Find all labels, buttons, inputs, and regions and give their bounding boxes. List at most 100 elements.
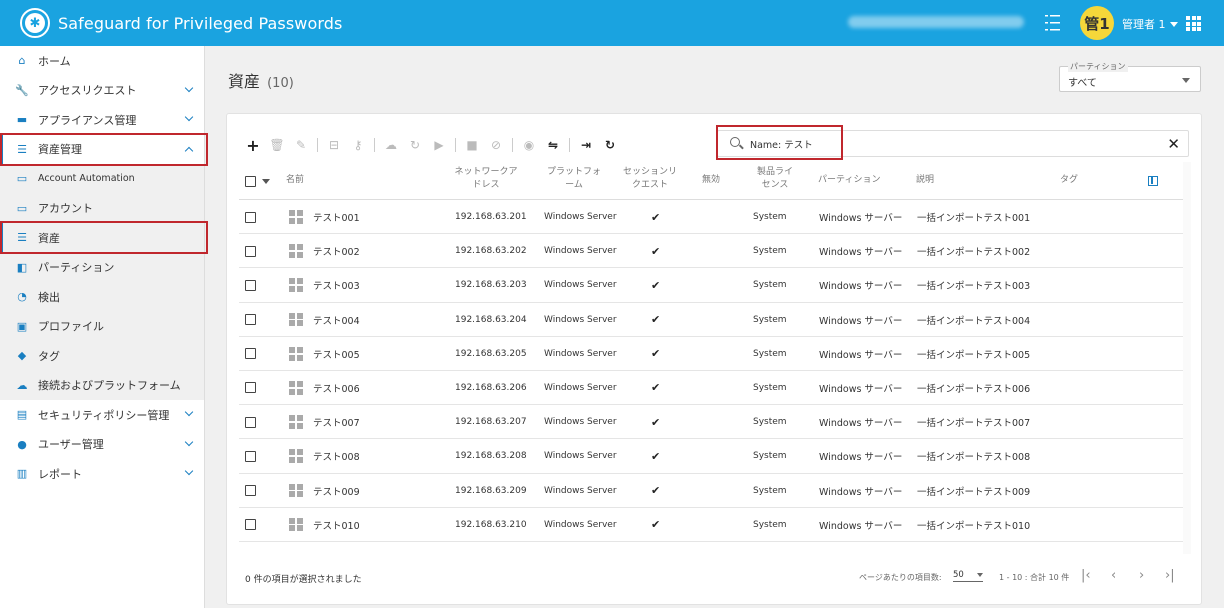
app-grid-icon[interactable] [1186, 16, 1201, 31]
sidebar-item-user-management[interactable]: ● ユーザー管理 [0, 430, 204, 460]
sidebar-item-security-policy[interactable]: ▤ セキュリティポリシー管理 [0, 400, 204, 430]
task-list-icon[interactable] [1044, 13, 1062, 33]
export-icon[interactable]: ⇥ [578, 137, 594, 153]
stop-icon[interactable]: ■ [464, 137, 480, 153]
select-all-checkbox[interactable] [245, 162, 256, 200]
table-row[interactable]: テスト004 192.168.63.204 Windows Server ✔ Syste… [239, 303, 1183, 337]
last-page-icon[interactable]: ›| [1165, 568, 1175, 583]
partition-select[interactable]: パーティション すべて [1059, 61, 1201, 92]
column-header-license[interactable]: 製品ライ センス [750, 166, 800, 192]
sidebar-item-account-automation[interactable]: ▭ Account Automation [0, 164, 204, 194]
asset-name[interactable]: テスト005 [313, 337, 360, 371]
sidebar-item-appliance[interactable]: ▬ アプライアンス管理 [0, 105, 204, 135]
monitor-icon: ▭ [16, 172, 28, 186]
asset-name[interactable]: テスト003 [313, 268, 360, 302]
table-row[interactable]: テスト010 192.168.63.210 Windows Server ✔ Syste… [239, 508, 1183, 542]
view-icon[interactable]: ◉ [521, 137, 537, 153]
sidebar-item-tags[interactable]: ◆ タグ [0, 341, 204, 371]
row-checkbox[interactable] [245, 474, 256, 508]
per-page-label: ページあたりの項目数: [859, 573, 942, 582]
table-body: テスト001 192.168.63.201 Windows Server ✔ Syste… [239, 200, 1183, 542]
row-checkbox[interactable] [245, 200, 256, 234]
vertical-scrollbar[interactable] [1183, 162, 1191, 554]
sidebar-item-reports[interactable]: ▥ レポート [0, 459, 204, 489]
sidebar-item-partitions[interactable]: ◧ パーティション [0, 252, 204, 282]
row-checkbox[interactable] [245, 268, 256, 302]
sidebar-item-label: 資産 [38, 231, 60, 245]
asset-name[interactable]: テスト010 [313, 508, 360, 542]
asset-name[interactable]: テスト006 [313, 371, 360, 405]
table-row[interactable]: テスト001 192.168.63.201 Windows Server ✔ Syste… [239, 200, 1183, 235]
delete-icon[interactable]: 🗑 [269, 137, 285, 153]
unlink-icon[interactable]: ⇋ [545, 137, 561, 153]
column-header-session-request[interactable]: セッションリ クエスト [620, 166, 680, 192]
add-icon[interactable]: + [245, 136, 261, 155]
asset-description: 一括インポートテスト003 [917, 281, 1031, 293]
sidebar-item-assets[interactable]: ☰ 資産 [0, 223, 204, 253]
column-header-platform[interactable]: プラットフォ ーム [539, 166, 609, 192]
row-checkbox[interactable] [245, 234, 256, 268]
sidebar-item-profiles[interactable]: ▣ プロファイル [0, 311, 204, 341]
refresh-icon[interactable]: ↻ [602, 137, 618, 153]
refresh-check-icon[interactable]: ↻ [407, 137, 423, 153]
column-header-partition[interactable]: パーティション [818, 174, 880, 187]
column-header-disabled[interactable]: 無効 [702, 174, 720, 187]
sidebar-item-home[interactable]: ⌂ ホーム [0, 46, 204, 76]
next-page-icon[interactable]: › [1139, 568, 1144, 583]
asset-name[interactable]: テスト007 [313, 405, 360, 439]
session-request-check-icon: ✔ [651, 313, 661, 327]
first-page-icon[interactable]: |‹ [1081, 568, 1091, 583]
column-chooser-icon[interactable] [1148, 176, 1158, 186]
column-header-tags[interactable]: タグ [1060, 174, 1078, 187]
row-checkbox[interactable] [245, 303, 256, 337]
row-checkbox[interactable] [245, 439, 256, 473]
asset-name[interactable]: テスト001 [313, 200, 360, 234]
search-input[interactable] [750, 136, 1130, 152]
table-row[interactable]: テスト005 192.168.63.205 Windows Server ✔ Syste… [239, 337, 1183, 371]
edit-icon[interactable]: ✎ [293, 137, 309, 153]
sidebar-item-asset-management[interactable]: ☰ 資産管理 [0, 134, 204, 164]
table-row[interactable]: テスト002 192.168.63.202 Windows Server ✔ Syste… [239, 234, 1183, 269]
user-menu[interactable]: 管理者 1 [1122, 16, 1178, 32]
avatar[interactable]: 管1 [1080, 6, 1114, 40]
table-row[interactable]: テスト009 192.168.63.209 Windows Server ✔ Syste… [239, 474, 1183, 508]
session-request-check-icon: ✔ [651, 449, 661, 463]
asset-name[interactable]: テスト009 [313, 474, 360, 508]
select-all-caret-icon[interactable] [262, 179, 270, 184]
sidebar-item-accounts[interactable]: ▭ アカウント [0, 193, 204, 223]
table-row[interactable]: テスト008 192.168.63.208 Windows Server ✔ Syste… [239, 439, 1183, 474]
table-row[interactable]: テスト007 192.168.63.207 Windows Server ✔ Syste… [239, 405, 1183, 440]
row-checkbox[interactable] [245, 337, 256, 371]
asset-license: System [753, 417, 787, 428]
assets-table: 名前 ネットワークア ドレス プラットフォ ーム セッションリ クエスト 無効 … [239, 162, 1183, 542]
key-icon[interactable]: ⚷ [350, 137, 366, 153]
play-icon[interactable]: ▶ [431, 137, 447, 153]
column-header-name[interactable]: 名前 [286, 174, 304, 187]
row-checkbox[interactable] [245, 405, 256, 439]
sidebar-item-connections[interactable]: ☁ 接続およびプラットフォーム [0, 370, 204, 400]
column-header-network-address[interactable]: ネットワークア ドレス [451, 166, 521, 192]
table-row[interactable]: テスト006 192.168.63.206 Windows Server ✔ Syste… [239, 371, 1183, 406]
close-icon[interactable]: ✕ [1167, 135, 1180, 153]
row-checkbox[interactable] [245, 371, 256, 405]
cloud-upload-icon[interactable]: ☁ [383, 137, 399, 153]
assign-icon[interactable]: ⊟ [326, 137, 342, 153]
sidebar-item-discovery[interactable]: ◔ 検出 [0, 282, 204, 312]
toolbar-divider [569, 138, 570, 152]
disable-icon[interactable]: ⊘ [488, 137, 504, 153]
asset-network-address: 192.168.63.203 [455, 280, 527, 291]
row-checkbox[interactable] [245, 508, 256, 542]
sidebar-item-access-request[interactable]: 🔧 アクセスリクエスト [0, 76, 204, 106]
session-request-check-icon: ✔ [651, 381, 661, 395]
asset-description: 一括インポートテスト010 [917, 520, 1031, 532]
previous-page-icon[interactable]: ‹ [1111, 568, 1116, 583]
asset-name[interactable]: テスト008 [313, 439, 360, 473]
table-row[interactable]: テスト003 192.168.63.203 Windows Server ✔ Syste… [239, 268, 1183, 303]
asset-partition: Windows サーバー [819, 315, 903, 327]
per-page-select[interactable]: 50 [953, 570, 983, 582]
search-box[interactable]: ✕ [717, 130, 1189, 157]
asset-name[interactable]: テスト004 [313, 303, 360, 337]
asset-name[interactable]: テスト002 [313, 234, 360, 268]
session-request-check-icon: ✔ [651, 484, 661, 497]
column-header-description[interactable]: 説明 [916, 174, 934, 187]
